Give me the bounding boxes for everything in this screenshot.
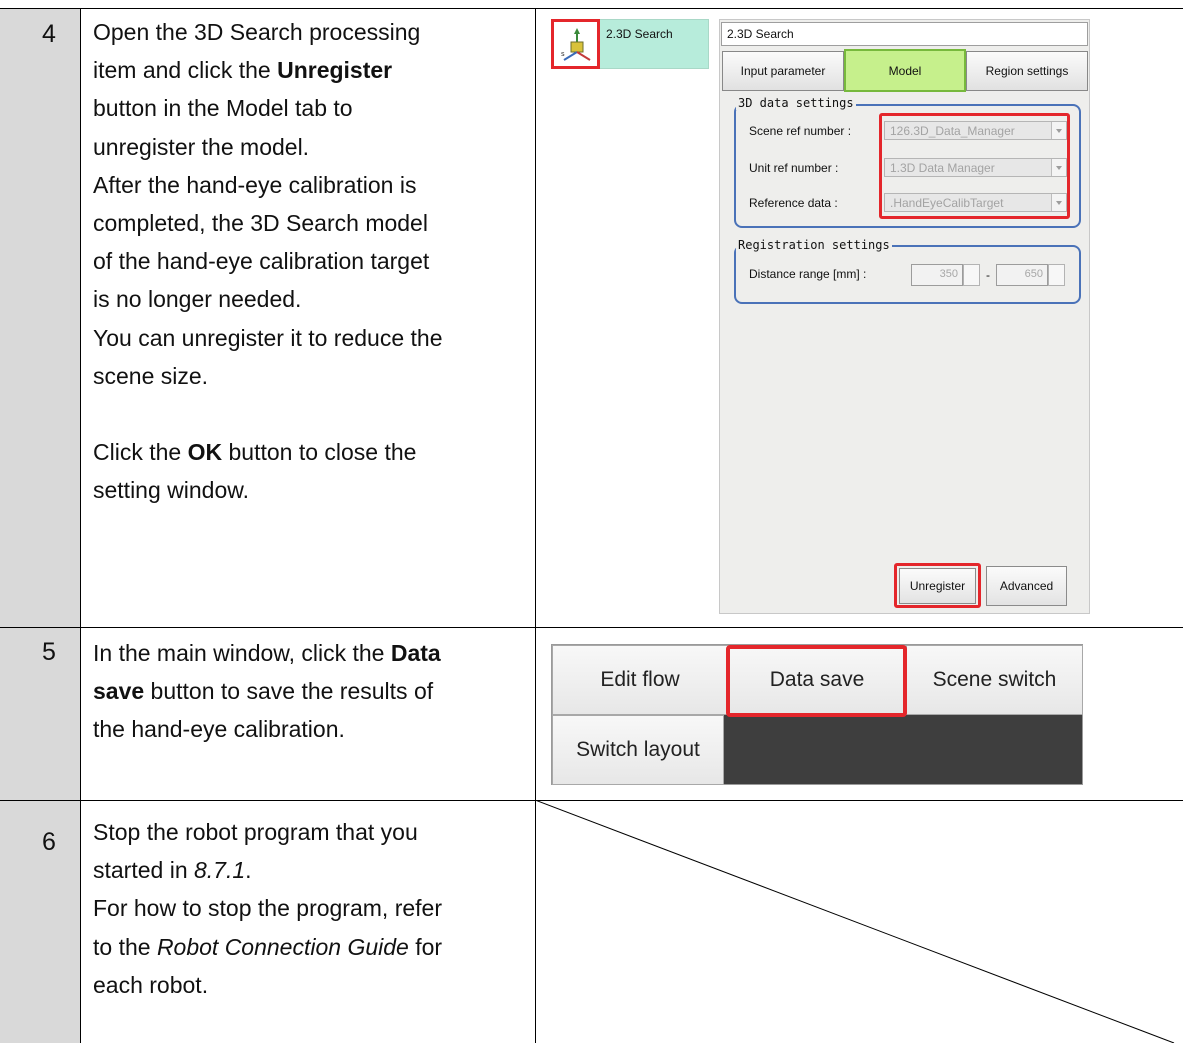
bold-term: save	[93, 678, 145, 705]
chevron-down-icon[interactable]	[1051, 122, 1066, 139]
chevron-down-icon[interactable]	[1051, 159, 1066, 176]
step-description: In the main window, click the Data save b…	[93, 634, 533, 749]
description-line: to the Robot Connection Guide for	[93, 933, 443, 960]
description-line: button in the Model tab to	[93, 95, 353, 122]
description-line: Stop the robot program that you	[93, 819, 418, 845]
tab-model[interactable]: Model	[844, 49, 966, 92]
description-line: item and click the Unregister	[93, 57, 393, 84]
svg-text:s: s	[561, 50, 565, 58]
unit-ref-value: 1.3D Data Manager	[890, 161, 995, 175]
description-line: unregister the model.	[93, 133, 310, 160]
step-number: 4	[42, 20, 56, 48]
italic-reference: 8.7.1	[194, 857, 246, 884]
unregister-button[interactable]: Unregister	[899, 568, 976, 604]
step-number-column	[0, 8, 80, 1043]
window-title: 2.3D Search	[721, 22, 1088, 46]
description-line: each robot.	[93, 971, 209, 998]
description-line: is no longer needed.	[93, 286, 302, 313]
data-save-highlight	[726, 645, 907, 717]
switch-layout-button[interactable]: Switch layout	[552, 715, 724, 785]
description-line: the hand-eye calibration.	[93, 716, 345, 743]
step-number: 5	[42, 638, 56, 666]
description-line: of the hand-eye calibration target	[93, 248, 430, 275]
scene-switch-button[interactable]: Scene switch	[906, 645, 1083, 715]
distance-min-spinner[interactable]	[963, 264, 980, 286]
description-line: save button to save the results of	[93, 678, 434, 705]
bold-term: Data	[390, 640, 441, 666]
description-line: setting window.	[93, 477, 249, 504]
edit-flow-button[interactable]: Edit flow	[552, 645, 728, 715]
unit-ref-label: Unit ref number :	[749, 161, 839, 175]
description-line: started in 8.7.1.	[93, 857, 252, 884]
advanced-button[interactable]: Advanced	[986, 566, 1067, 606]
distance-separator: -	[986, 268, 990, 282]
description-line: Open the 3D Search processing	[93, 19, 421, 45]
description-line: You can unregister it to reduce the	[93, 324, 443, 351]
tab-input-parameter[interactable]: Input parameter	[722, 51, 844, 91]
description-line: scene size.	[93, 362, 209, 389]
distance-range-label: Distance range [mm] :	[749, 267, 867, 281]
column-divider	[80, 8, 81, 1043]
description-line	[93, 395, 533, 433]
reference-data-label: Reference data :	[749, 196, 838, 210]
distance-max-input[interactable]: 650	[996, 264, 1048, 286]
tool-icon-highlight[interactable]: s	[551, 19, 600, 69]
distance-max-spinner[interactable]	[1048, 264, 1065, 286]
reference-data-value: .HandEyeCalibTarget	[890, 196, 1004, 210]
scene-ref-value: 126.3D_Data_Manager	[890, 124, 1015, 138]
unit-ref-dropdown[interactable]: 1.3D Data Manager	[884, 158, 1067, 177]
description-line: completed, the 3D Search model	[93, 210, 428, 237]
description-line: In the main window, click the Data	[93, 640, 441, 666]
group-title: Registration settings	[736, 238, 892, 252]
bold-term: OK	[187, 439, 223, 466]
step-description: Open the 3D Search processing item and cl…	[93, 13, 533, 509]
empty-cell-diagonal	[535, 800, 1175, 1043]
table-top-border	[0, 8, 1183, 9]
description-line: For how to stop the program, refer	[93, 895, 442, 922]
scene-ref-label: Scene ref number :	[749, 124, 852, 138]
row-divider	[0, 627, 1183, 628]
scene-ref-dropdown[interactable]: 126.3D_Data_Manager	[884, 121, 1067, 140]
processing-item-label: 2.3D Search	[606, 27, 673, 41]
tab-region-settings[interactable]: Region settings	[966, 51, 1088, 91]
description-line: Click the OK button to close the	[93, 439, 417, 466]
3d-search-tool-icon: s	[561, 28, 591, 61]
distance-min-input[interactable]: 350	[911, 264, 963, 286]
description-line: After the hand-eye calibration is	[93, 171, 417, 198]
step-number: 6	[42, 828, 56, 856]
step-description: Stop the robot program that you started i…	[93, 813, 533, 1004]
reference-data-dropdown[interactable]: .HandEyeCalibTarget	[884, 193, 1067, 212]
group-title: 3D data settings	[736, 96, 856, 110]
chevron-down-icon[interactable]	[1051, 194, 1066, 211]
italic-reference: Robot Connection Guide	[156, 933, 409, 960]
bold-term: Unregister	[277, 57, 393, 84]
